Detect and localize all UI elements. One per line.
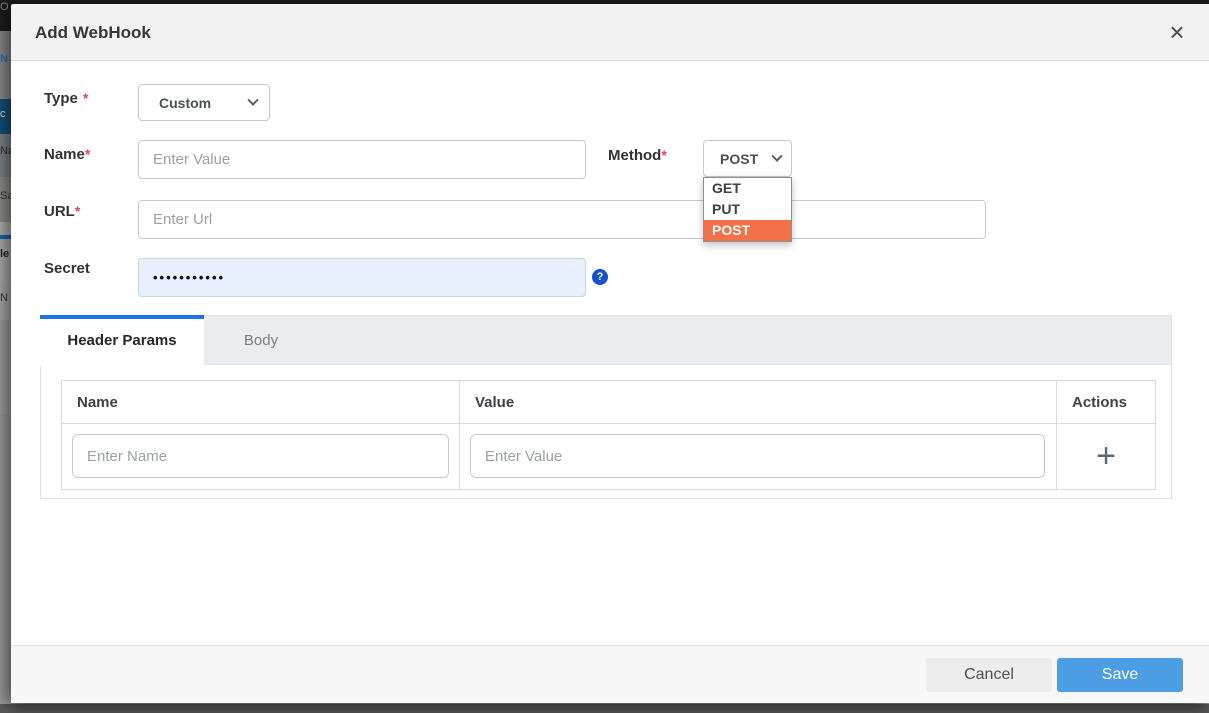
modal-title: Add WebHook (35, 4, 151, 61)
backdrop-fragment: Sa (0, 177, 11, 222)
params-table: Name Value Actions (61, 380, 1156, 490)
backdrop-fragment: O (0, 0, 11, 31)
add-param-button[interactable]: + (1057, 424, 1155, 489)
header-value-text: Value (475, 381, 514, 424)
table-header-row: Name Value Actions (62, 381, 1155, 424)
method-required-asterisk: * (661, 147, 666, 163)
help-icon[interactable]: ? (592, 269, 608, 285)
method-option-get[interactable]: GET (704, 178, 791, 199)
backdrop-fragment (0, 69, 11, 99)
type-select-value: Custom (159, 95, 211, 111)
backdrop-fragment: c (0, 99, 11, 134)
table-row: + (62, 424, 1155, 489)
close-icon[interactable]: × (1163, 18, 1191, 46)
type-select[interactable]: Custom (138, 84, 270, 121)
param-name-input[interactable] (72, 434, 449, 478)
backdrop-fragment: Na (0, 134, 11, 177)
backdrop-fragment: le (0, 239, 11, 283)
params-panel: Header Params Body Name Value Actions (40, 315, 1172, 499)
backdrop-fragment (0, 222, 11, 235)
header-cell-actions: Actions (1057, 381, 1155, 423)
backdrop-fragment (0, 31, 11, 52)
param-value-input[interactable] (470, 434, 1045, 478)
url-label-text: URL (44, 203, 75, 220)
backdrop-fragment: N (0, 52, 11, 69)
tab-header-params[interactable]: Header Params (40, 315, 204, 366)
page: O N c Na Sa le N Add WebHook × Type * Cus… (0, 0, 1209, 713)
secret-label: Secret (44, 260, 90, 277)
method-option-put[interactable]: PUT (704, 199, 791, 220)
secret-input[interactable] (138, 258, 586, 297)
secret-label-text: Secret (44, 260, 90, 277)
row-cell-value (460, 424, 1057, 489)
backdrop-fragment (0, 415, 11, 713)
name-required-asterisk: * (85, 146, 90, 162)
modal-footer: Cancel Save (11, 645, 1209, 703)
url-input[interactable] (138, 200, 986, 239)
row-cell-name (62, 424, 460, 489)
method-label-text: Method (608, 147, 661, 164)
method-select-value: POST (720, 151, 758, 167)
chevron-down-icon (771, 150, 782, 161)
row-cell-actions: + (1057, 424, 1155, 489)
modal-header: Add WebHook × (11, 4, 1209, 61)
method-label: Method* (608, 147, 667, 164)
backdrop-fragment: N (0, 283, 11, 320)
type-label-text: Type (44, 90, 78, 107)
header-cell-value: Value (460, 381, 1057, 423)
tab-body[interactable]: Body (204, 316, 318, 365)
backdrop-fragment (0, 320, 11, 415)
url-required-asterisk: * (75, 203, 80, 219)
name-label-text: Name (44, 146, 85, 163)
header-name-text: Name (77, 381, 118, 424)
name-label: Name* (44, 146, 90, 163)
background-left-strip: O N c Na Sa le N (0, 0, 11, 713)
name-input[interactable] (138, 140, 586, 179)
method-option-post[interactable]: POST (704, 220, 791, 241)
type-label: Type * (44, 90, 88, 107)
method-select[interactable]: POST (703, 140, 792, 177)
cancel-button[interactable]: Cancel (926, 658, 1052, 692)
chevron-down-icon (247, 94, 258, 105)
type-required-asterisk: * (83, 90, 88, 106)
header-actions-text: Actions (1072, 381, 1127, 424)
header-cell-name: Name (62, 381, 460, 423)
url-label: URL* (44, 203, 80, 220)
background-bottom-bar (0, 704, 1209, 713)
method-dropdown-list: GET PUT POST (703, 177, 792, 242)
save-button[interactable]: Save (1057, 658, 1183, 692)
add-webhook-modal: Add WebHook × Type* Custom Name* Method*… (11, 4, 1209, 703)
